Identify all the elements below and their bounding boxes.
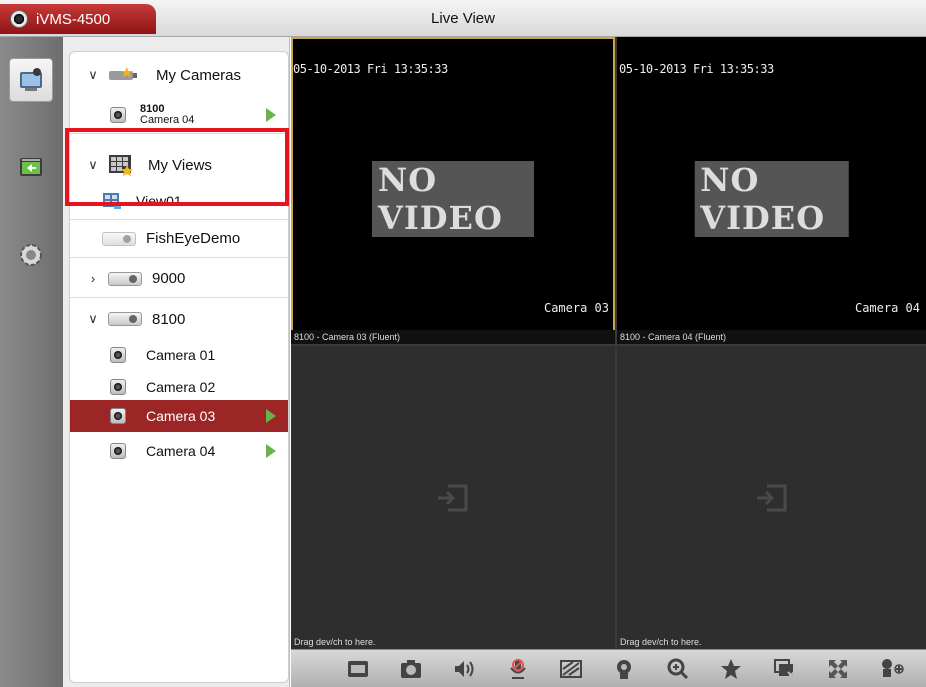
title-bar: iVMS-4500 Live View [0, 0, 926, 37]
record-icon [347, 660, 368, 677]
talk-mute-icon [509, 658, 526, 679]
video-grid: 05-10-2013 Fri 13:35:33 NO VIDEO Camera … [291, 37, 926, 649]
chevron-down-icon: ∨ [88, 157, 98, 172]
live-view-button[interactable] [9, 58, 53, 102]
dvr-icon [108, 271, 142, 286]
device-tree: ∨ My Cameras 8100 Camera 04 ∨ My Views V… [69, 51, 289, 683]
chevron-right-icon: › [90, 271, 96, 286]
my-views-icon [109, 155, 133, 176]
tree-group-my-views[interactable]: ∨ My Views [70, 146, 288, 184]
app-logo-icon [10, 10, 28, 28]
camera-icon [110, 347, 126, 363]
camera-icon [110, 106, 126, 123]
settings-button[interactable] [9, 233, 53, 277]
tree-camera-04[interactable]: Camera 04 [70, 432, 288, 470]
camera-icon [110, 379, 126, 395]
device-8100-label: 8100 [152, 310, 186, 328]
bottom-toolbar [291, 649, 926, 687]
record-button[interactable] [344, 655, 372, 683]
video-cell-2[interactable]: 05-10-2013 Fri 13:35:33 NO VIDEO Camera … [617, 37, 926, 344]
chevron-down-icon: ∨ [88, 311, 98, 326]
stop-all-icon [773, 658, 795, 679]
play-icon[interactable] [266, 444, 276, 458]
image-quality-icon [560, 659, 583, 678]
drag-target-icon [756, 484, 786, 511]
fullscreen-icon [828, 659, 847, 678]
osd-timestamp: 05-10-2013 Fri 13:35:33 [619, 62, 774, 76]
tree-device-8100[interactable]: ∨ 8100 [70, 300, 288, 338]
video-cell-4[interactable]: Drag dev/ch to here. [617, 346, 926, 649]
left-rail [0, 37, 63, 687]
my-cameras-icon [109, 67, 137, 80]
playback-button[interactable] [9, 146, 53, 190]
fisheye-label: FishEyeDemo [146, 230, 241, 247]
dvr-icon [102, 231, 136, 246]
osd-timestamp: 05-10-2013 Fri 13:35:33 [293, 62, 448, 76]
device-9000-label: 9000 [152, 270, 186, 287]
favorite-device-name: 8100 [140, 102, 165, 115]
audio-icon [455, 660, 474, 677]
app-name: iVMS-4500 [36, 10, 111, 28]
snapshot-icon [401, 659, 422, 678]
digital-zoom-icon [667, 658, 688, 679]
cell-caption: Drag dev/ch to here. [620, 637, 702, 647]
camera-label: Camera 01 [146, 347, 216, 363]
tree-group-my-cameras[interactable]: ∨ My Cameras [70, 56, 288, 94]
ptz-icon [617, 659, 632, 679]
ptz-preset-button[interactable] [877, 655, 905, 683]
page-title-text: Live View [431, 10, 495, 27]
cell-caption: 8100 - Camera 04 (Fluent) [617, 330, 926, 344]
chevron-down-icon: ∨ [88, 67, 98, 82]
tree-device-9000[interactable]: › 9000 [70, 260, 288, 298]
device-tree-panel: ∨ My Cameras 8100 Camera 04 ∨ My Views V… [63, 37, 290, 687]
tree-item-favorite-camera[interactable]: 8100 Camera 04 [70, 96, 288, 134]
drag-target-icon [438, 484, 468, 511]
tree-camera-03[interactable]: Camera 03 [70, 400, 288, 432]
settings-gear-icon [20, 244, 42, 266]
video-cell-3[interactable]: Drag dev/ch to here. [291, 346, 615, 649]
dvr-icon [108, 312, 142, 326]
camera-icon [110, 408, 126, 424]
ptz-preset-icon [882, 658, 905, 677]
favorite-star-icon [721, 658, 742, 679]
play-icon[interactable] [266, 107, 276, 122]
talk-button[interactable] [504, 655, 532, 683]
cell-caption: Drag dev/ch to here. [294, 637, 376, 647]
playback-icon [20, 158, 42, 176]
digital-zoom-button[interactable] [664, 655, 692, 683]
snapshot-button[interactable] [397, 655, 425, 683]
play-icon[interactable] [266, 409, 276, 423]
image-quality-button[interactable] [557, 655, 585, 683]
view-layout-icon [103, 192, 121, 209]
camera-icon [110, 443, 126, 459]
favorite-button[interactable] [717, 655, 745, 683]
osd-camera-name: Camera 04 [854, 301, 920, 315]
live-view-icon [20, 68, 42, 91]
no-video-message: NO VIDEO [372, 161, 534, 237]
fullscreen-button[interactable] [824, 655, 852, 683]
video-cell-1[interactable]: 05-10-2013 Fri 13:35:33 NO VIDEO Camera … [291, 37, 615, 344]
ptz-button[interactable] [610, 655, 638, 683]
stop-all-button[interactable] [771, 655, 799, 683]
my-views-label: My Views [148, 156, 212, 174]
audio-button[interactable] [450, 655, 478, 683]
app-tab[interactable]: iVMS-4500 [0, 4, 156, 34]
osd-camera-name: Camera 03 [543, 301, 609, 315]
tree-item-view01[interactable]: View01 [70, 182, 288, 220]
view01-label: View01 [136, 192, 182, 209]
camera-label: Camera 03 [146, 408, 216, 424]
cell-caption: 8100 - Camera 03 (Fluent) [291, 330, 615, 344]
tree-device-fisheye[interactable]: FishEyeDemo [70, 220, 288, 258]
camera-label: Camera 04 [146, 443, 216, 459]
favorite-camera-name: Camera 04 [140, 113, 195, 126]
my-cameras-label: My Cameras [156, 66, 242, 84]
camera-label: Camera 02 [146, 379, 216, 395]
no-video-message: NO VIDEO [694, 161, 849, 237]
